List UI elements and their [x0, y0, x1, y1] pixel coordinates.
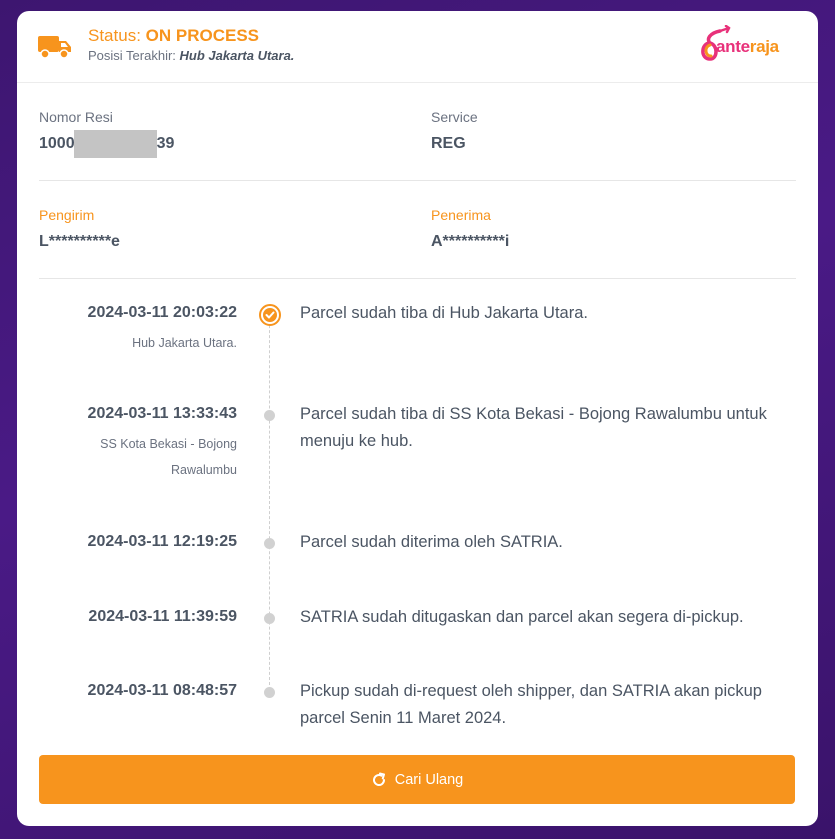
anteraja-logo: anteraja	[696, 24, 796, 69]
timeline-dot	[264, 538, 275, 549]
timeline-date: 2024-03-11 13:33:43	[87, 405, 237, 422]
timeline-location: Hub Jakarta Utara.	[132, 336, 237, 350]
status-value: ON PROCESS	[145, 26, 260, 45]
resi-service-row: Nomor Resi 1000 39 Service REG	[39, 83, 796, 181]
tracking-timeline: 2024-03-11 20:03:22 Hub Jakarta Utara. P…	[17, 280, 818, 740]
tracking-card: Status: ON PROCESS Posisi Terakhir: Hub …	[17, 11, 818, 826]
timeline-date: 2024-03-11 08:48:57	[87, 682, 237, 699]
resi-redaction	[74, 130, 157, 158]
truck-icon	[38, 36, 71, 59]
timeline-description: Parcel sudah diterima oleh SATRIA.	[300, 533, 563, 551]
timeline-description: SATRIA sudah ditugaskan dan parcel akan …	[300, 608, 744, 626]
receiver-value: A**********i	[431, 233, 510, 250]
cari-ulang-label: Cari Ulang	[394, 771, 464, 788]
timeline-date: 2024-03-11 11:39:59	[88, 608, 237, 625]
position-prefix: Posisi Terakhir:	[88, 48, 176, 63]
service-label: Service	[431, 109, 478, 125]
timeline-dot	[264, 613, 275, 624]
timeline-dot	[264, 410, 275, 421]
status-prefix: Status:	[88, 26, 141, 45]
receiver-label: Penerima	[431, 207, 491, 223]
sender-receiver-row: Pengirim L**********e Penerima A********…	[39, 181, 796, 279]
timeline-description: Parcel sudah tiba di Hub Jakarta Utara.	[300, 304, 588, 322]
timeline-connector	[269, 310, 270, 690]
refresh-icon	[372, 772, 385, 786]
sender-label: Pengirim	[39, 207, 95, 223]
last-position-line: Posisi Terakhir: Hub Jakarta Utara.	[88, 48, 294, 63]
timeline-date: 2024-03-11 12:19:25	[87, 533, 237, 550]
sender-value: L**********e	[39, 233, 120, 250]
timeline-date: 2024-03-11 20:03:22	[87, 304, 237, 321]
timeline-description: Parcel sudah tiba di SS Kota Bekasi - Bo…	[300, 405, 767, 450]
service-value: REG	[431, 135, 466, 152]
status-header: Status: ON PROCESS Posisi Terakhir: Hub …	[17, 11, 818, 83]
timeline-location: SS Kota Bekasi - Bojong Rawalumbu	[100, 437, 237, 477]
resi-label: Nomor Resi	[39, 109, 113, 125]
check-circle-icon	[259, 304, 281, 326]
timeline-dot	[264, 687, 275, 698]
timeline-description: Pickup sudah di-request oleh shipper, da…	[300, 682, 762, 727]
position-value: Hub Jakarta Utara.	[179, 48, 295, 63]
logo-text: anteraja	[716, 37, 779, 56]
cari-ulang-button[interactable]: Cari Ulang	[39, 755, 795, 804]
status-line: Status: ON PROCESS	[88, 26, 259, 46]
